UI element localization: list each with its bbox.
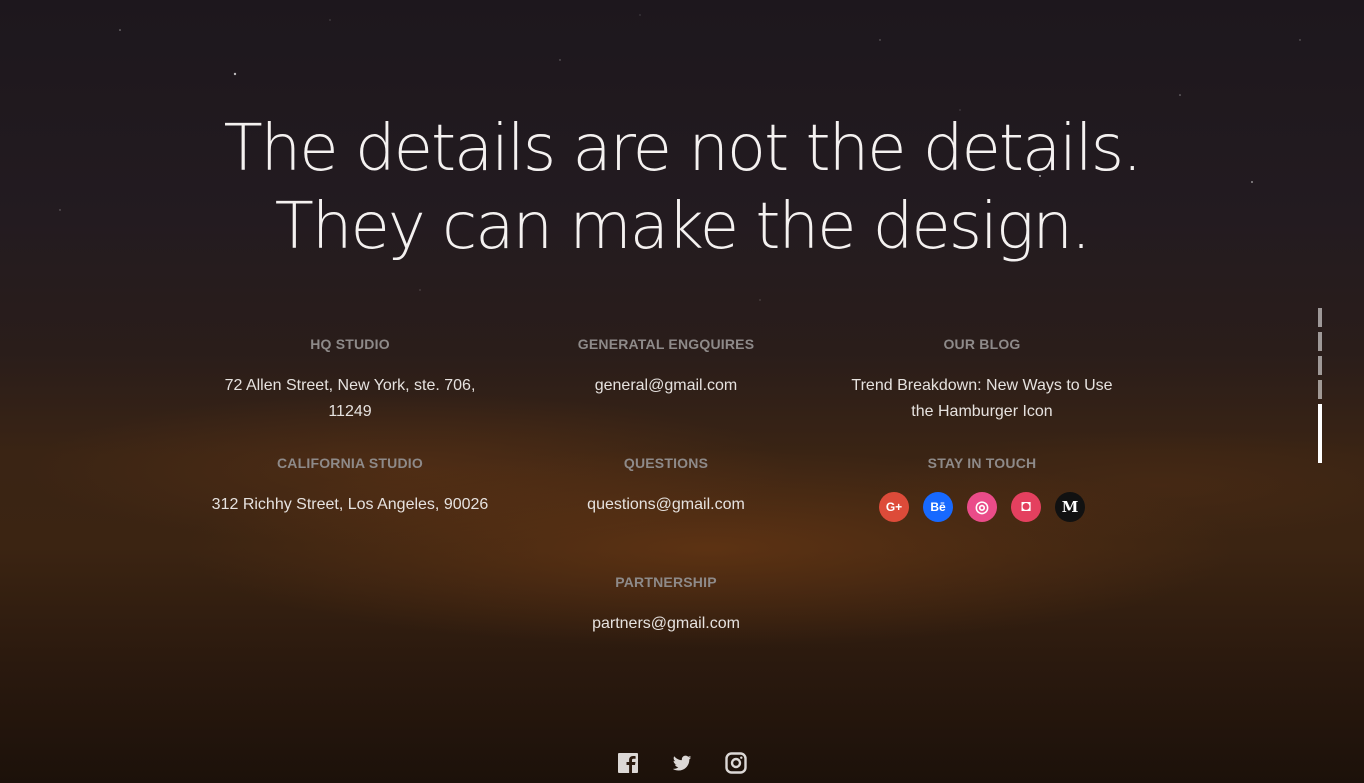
dribbble-icon[interactable]: ◎ bbox=[967, 492, 997, 522]
pager-dot-4[interactable] bbox=[1318, 380, 1322, 399]
questions-block: QUESTIONS questions@gmail.com bbox=[506, 454, 826, 573]
general-enquiries-block: GENERATAL ENGQUIRES general@gmail.com bbox=[506, 335, 826, 454]
behance-icon[interactable]: Bē bbox=[923, 492, 953, 522]
california-studio-label: CALIFORNIA STUDIO bbox=[277, 455, 423, 471]
twitter-icon[interactable] bbox=[671, 752, 693, 774]
headline-line-1: The details are not the details. bbox=[223, 112, 1143, 186]
general-enquiries-label: GENERATAL ENGQUIRES bbox=[577, 336, 755, 352]
stay-in-touch-label: STAY IN TOUCH bbox=[927, 455, 1037, 471]
contact-column-left: HQ STUDIO 72 Allen Street, New York, ste… bbox=[190, 335, 510, 573]
hq-studio-block: HQ STUDIO 72 Allen Street, New York, ste… bbox=[190, 335, 510, 454]
partners-email-link[interactable]: partners@gmail.com bbox=[506, 611, 826, 637]
pager-dot-3[interactable] bbox=[1318, 356, 1322, 375]
questions-email-link[interactable]: questions@gmail.com bbox=[506, 492, 826, 518]
california-studio-block: CALIFORNIA STUDIO 312 Richhy Street, Los… bbox=[190, 454, 510, 573]
pager-dot-5-active[interactable] bbox=[1318, 404, 1322, 463]
section-pager bbox=[1318, 308, 1322, 468]
california-studio-address: 312 Richhy Street, Los Angeles, 90026 bbox=[211, 496, 489, 513]
google-plus-icon[interactable]: G+ bbox=[879, 492, 909, 522]
pager-dot-2[interactable] bbox=[1318, 332, 1322, 351]
social-links: G+ Bē ◎ ◘ M bbox=[822, 492, 1142, 522]
contact-column-right: OUR BLOG Trend Breakdown: New Ways to Us… bbox=[822, 335, 1142, 573]
questions-label: QUESTIONS bbox=[623, 455, 709, 471]
hero-headline: The details are not the details. They ca… bbox=[0, 110, 1364, 266]
medium-icon[interactable]: M bbox=[1055, 492, 1085, 522]
hq-studio-label: HQ STUDIO bbox=[310, 336, 390, 352]
blog-label: OUR BLOG bbox=[943, 336, 1021, 352]
partnership-block: PARTNERSHIP partners@gmail.com bbox=[506, 573, 826, 692]
blog-post-link[interactable]: Trend Breakdown: New Ways to Use the Ham… bbox=[822, 373, 1142, 425]
pager-dot-1[interactable] bbox=[1318, 308, 1322, 327]
partnership-label: PARTNERSHIP bbox=[615, 574, 717, 590]
stay-in-touch-block: STAY IN TOUCH G+ Bē ◎ ◘ M bbox=[822, 454, 1142, 573]
general-email-link[interactable]: general@gmail.com bbox=[506, 373, 826, 399]
hq-studio-address: 72 Allen Street, New York, ste. 706, 112… bbox=[224, 377, 476, 420]
instagram-icon[interactable]: ◘ bbox=[1011, 492, 1041, 522]
facebook-icon[interactable] bbox=[617, 752, 639, 774]
contact-column-middle: GENERATAL ENGQUIRES general@gmail.com QU… bbox=[506, 335, 826, 692]
instagram-icon[interactable] bbox=[725, 752, 747, 774]
footer-social-icons bbox=[0, 752, 1364, 774]
headline-line-2: They can make the design. bbox=[274, 190, 1091, 264]
blog-block: OUR BLOG Trend Breakdown: New Ways to Us… bbox=[822, 335, 1142, 454]
